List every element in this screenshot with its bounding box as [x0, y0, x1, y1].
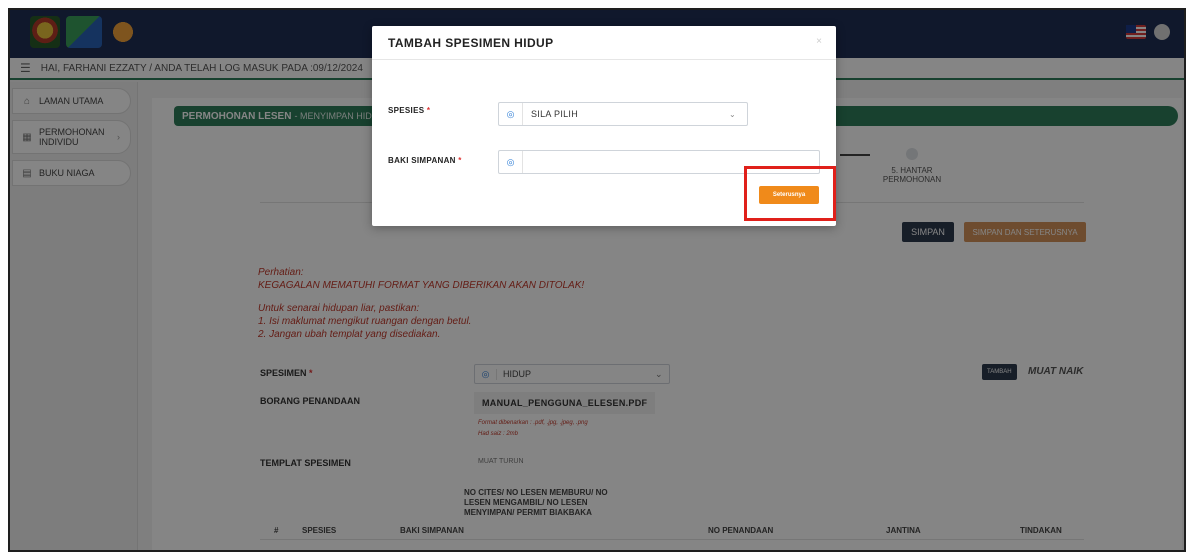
spesies-select-value: SILA PILIH	[531, 109, 579, 119]
chevron-down-icon: ⌄	[729, 109, 736, 119]
required-mark: *	[426, 106, 431, 115]
info-icon: ◎	[499, 103, 523, 125]
modal-title: TAMBAH SPESIMEN HIDUP	[372, 26, 836, 60]
baki-simpanan-label-text: BAKI SIMPANAN	[388, 156, 456, 165]
spesies-label: SPESIES *	[388, 106, 430, 115]
baki-simpanan-label: BAKI SIMPANAN *	[388, 156, 462, 165]
spesies-select[interactable]: ◎ SILA PILIH ⌄	[498, 102, 748, 126]
info-icon: ◎	[499, 151, 523, 173]
spesies-label-text: SPESIES	[388, 106, 425, 115]
close-icon[interactable]: ×	[816, 36, 822, 47]
app-frame: ☰ HAI, FARHANI EZZATY / ANDA TELAH LOG M…	[8, 8, 1186, 552]
required-mark: *	[458, 156, 462, 165]
tambah-spesimen-modal: TAMBAH SPESIMEN HIDUP × SPESIES * ◎ SILA…	[372, 26, 836, 226]
seterusnya-button[interactable]: Seterusnya	[759, 186, 819, 204]
